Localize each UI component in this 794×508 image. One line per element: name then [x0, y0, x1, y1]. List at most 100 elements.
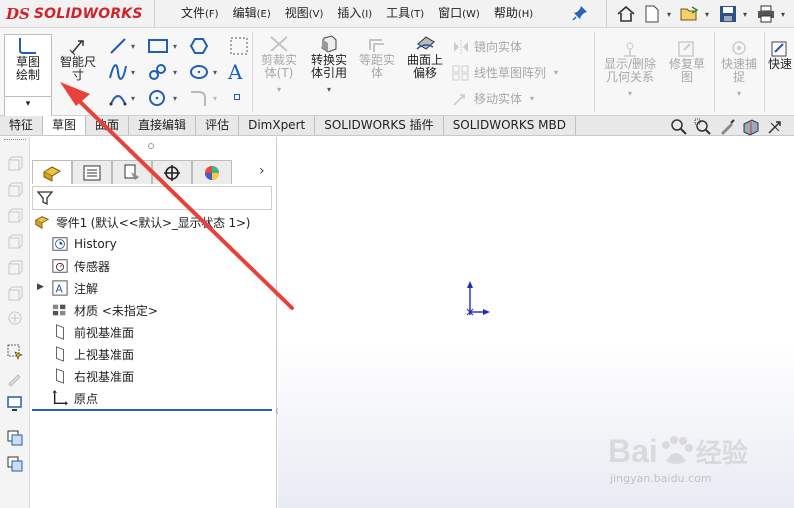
circle-dropdown-icon[interactable]: ▾	[173, 94, 177, 103]
tab-solidworks-addins[interactable]: SOLIDWORKS 插件	[315, 116, 444, 135]
print-dropdown-icon[interactable]: ▾	[781, 10, 789, 19]
linear-pattern-button[interactable]: 线性草图阵列 ▾	[452, 64, 558, 81]
select-sketch-icon[interactable]	[6, 343, 24, 361]
menu-view[interactable]: 视图(V)	[278, 0, 331, 26]
trim-entities-button[interactable]: 剪裁实体(T) ▾	[256, 34, 302, 96]
tree-item-right-plane[interactable]: 右视基准面	[52, 366, 134, 386]
convert-dropdown-icon[interactable]: ▾	[327, 83, 331, 96]
tab-sketch[interactable]: 草图	[43, 116, 87, 135]
surface-offset-button[interactable]: 曲面上偏移	[402, 34, 448, 80]
menu-insert[interactable]: 插入(I)	[330, 0, 379, 26]
print-icon[interactable]	[755, 3, 777, 25]
line-dropdown-icon[interactable]: ▾	[131, 42, 135, 51]
cut-extrude-icon[interactable]	[6, 259, 24, 277]
feature-manager-tab-icon[interactable]	[32, 160, 72, 184]
panel-grip-icon[interactable]	[148, 143, 154, 149]
convert-entities-button[interactable]: 转换实体引用 ▾	[304, 34, 354, 96]
smart-dimension-button[interactable]: 智能尺寸	[56, 38, 100, 82]
ellipse-dropdown-icon[interactable]: ▾	[213, 68, 217, 77]
slot-icon[interactable]	[147, 62, 169, 85]
quick-snaps-button[interactable]: 快速捕捉 ▾	[716, 40, 762, 100]
solidworks-logo[interactable]: DS SOLIDWORKS	[6, 4, 143, 24]
linear-pattern-dropdown-icon[interactable]: ▾	[554, 68, 558, 77]
sketch-button[interactable]: 草图绘制	[6, 36, 50, 82]
tab-dimxpert[interactable]: DimXpert	[239, 116, 316, 135]
line-icon[interactable]	[108, 36, 128, 59]
fillet-icon[interactable]	[189, 88, 209, 111]
instant2d-icon[interactable]	[6, 429, 24, 447]
zoom-to-area-icon[interactable]	[694, 118, 712, 139]
tab-features[interactable]: 特征	[0, 116, 44, 135]
spline-icon[interactable]	[108, 62, 128, 85]
shaded-sketch-icon[interactable]	[6, 455, 24, 473]
open-folder-icon[interactable]	[679, 3, 701, 25]
loft-icon[interactable]	[6, 233, 24, 251]
circle-icon[interactable]	[147, 88, 167, 111]
property-manager-tab-icon[interactable]	[72, 160, 112, 184]
sketch-dropdown-icon[interactable]: ▾	[4, 96, 52, 112]
new-document-icon[interactable]	[641, 3, 663, 25]
spline-dropdown-icon[interactable]: ▾	[131, 68, 135, 77]
quick-snaps-dropdown-icon[interactable]: ▾	[737, 87, 741, 100]
cut-revolve-icon[interactable]	[6, 285, 24, 303]
polygon-icon[interactable]	[189, 36, 209, 59]
trim-dropdown-icon[interactable]: ▾	[277, 83, 281, 96]
home-icon[interactable]	[615, 3, 637, 25]
rapid-sketch-strip-icon[interactable]	[6, 395, 24, 413]
new-dropdown-icon[interactable]: ▾	[667, 10, 675, 19]
menu-tools[interactable]: 工具(T)	[379, 0, 431, 26]
save-dropdown-icon[interactable]: ▾	[743, 10, 751, 19]
expand-annotations-icon[interactable]: ▶	[37, 282, 44, 292]
slot-dropdown-icon[interactable]: ▾	[173, 68, 177, 77]
tab-evaluate[interactable]: 评估	[196, 116, 240, 135]
fillet-dropdown-icon[interactable]: ▾	[213, 94, 217, 103]
tree-item-origin[interactable]: 原点	[52, 388, 98, 408]
tabs-scroll-right-icon[interactable]: ›	[259, 163, 265, 179]
menu-edit[interactable]: 编辑(E)	[226, 0, 278, 26]
tree-item-sensors[interactable]: 传感器	[52, 256, 110, 276]
tab-direct-editing[interactable]: 直接编辑	[129, 116, 197, 135]
view-orientation-icon[interactable]	[766, 118, 784, 139]
construction-box-icon[interactable]	[229, 36, 249, 59]
menu-help[interactable]: 帮助(H)	[487, 0, 540, 26]
repair-sketch-button[interactable]: 修复草图	[664, 40, 710, 84]
rectangle-dropdown-icon[interactable]: ▾	[173, 42, 177, 51]
zoom-to-fit-icon[interactable]	[670, 118, 688, 139]
rectangle-icon[interactable]	[147, 36, 169, 59]
sweep-icon[interactable]	[6, 207, 24, 225]
arc-dropdown-icon[interactable]: ▾	[131, 94, 135, 103]
rollback-bar[interactable]	[32, 409, 272, 411]
menu-window[interactable]: 窗口(W)	[431, 0, 487, 26]
move-entities-button[interactable]: 移动实体 ▾	[452, 90, 534, 107]
mirror-entities-button[interactable]: 镜向实体	[452, 38, 522, 55]
save-icon[interactable]	[717, 3, 739, 25]
relations-dropdown-icon[interactable]: ▾	[628, 87, 632, 100]
tree-item-annotations[interactable]: A 注解	[52, 278, 98, 298]
configuration-manager-tab-icon[interactable]	[112, 160, 152, 184]
fillet-feature-icon[interactable]	[6, 309, 24, 327]
tree-item-front-plane[interactable]: 前视基准面	[52, 322, 134, 342]
pin-icon[interactable]	[572, 5, 588, 24]
dimxpert-manager-tab-icon[interactable]	[152, 160, 192, 184]
feature-tree-filter[interactable]	[32, 186, 272, 210]
offset-entities-button[interactable]: 等距实体	[356, 34, 398, 80]
tree-item-top-plane[interactable]: 上视基准面	[52, 344, 134, 364]
show-relations-button[interactable]: 显示/删除几何关系 ▾	[598, 40, 662, 100]
tab-solidworks-mbd[interactable]: SOLIDWORKS MBD	[443, 116, 576, 135]
section-view-icon[interactable]	[742, 118, 760, 139]
tree-item-material[interactable]: 材质 <未指定>	[52, 300, 158, 320]
point-icon[interactable]	[234, 94, 240, 100]
text-tool-icon[interactable]: A	[228, 60, 242, 84]
graphics-area[interactable]: Bai 经验 jingyan.baidu.com	[278, 137, 794, 508]
rapid-sketch-button[interactable]: 快速	[766, 40, 794, 71]
revolve-icon[interactable]	[6, 181, 24, 199]
menu-file[interactable]: 文件(F)	[174, 0, 226, 26]
open-dropdown-icon[interactable]: ▾	[705, 10, 713, 19]
move-dropdown-icon[interactable]: ▾	[530, 94, 534, 103]
tree-item-history[interactable]: History	[52, 234, 117, 254]
previous-view-icon[interactable]	[718, 118, 736, 139]
arc-icon[interactable]	[108, 88, 128, 111]
display-manager-tab-icon[interactable]	[192, 160, 232, 184]
ellipse-icon[interactable]	[189, 62, 211, 85]
extrude-icon[interactable]	[6, 155, 24, 173]
